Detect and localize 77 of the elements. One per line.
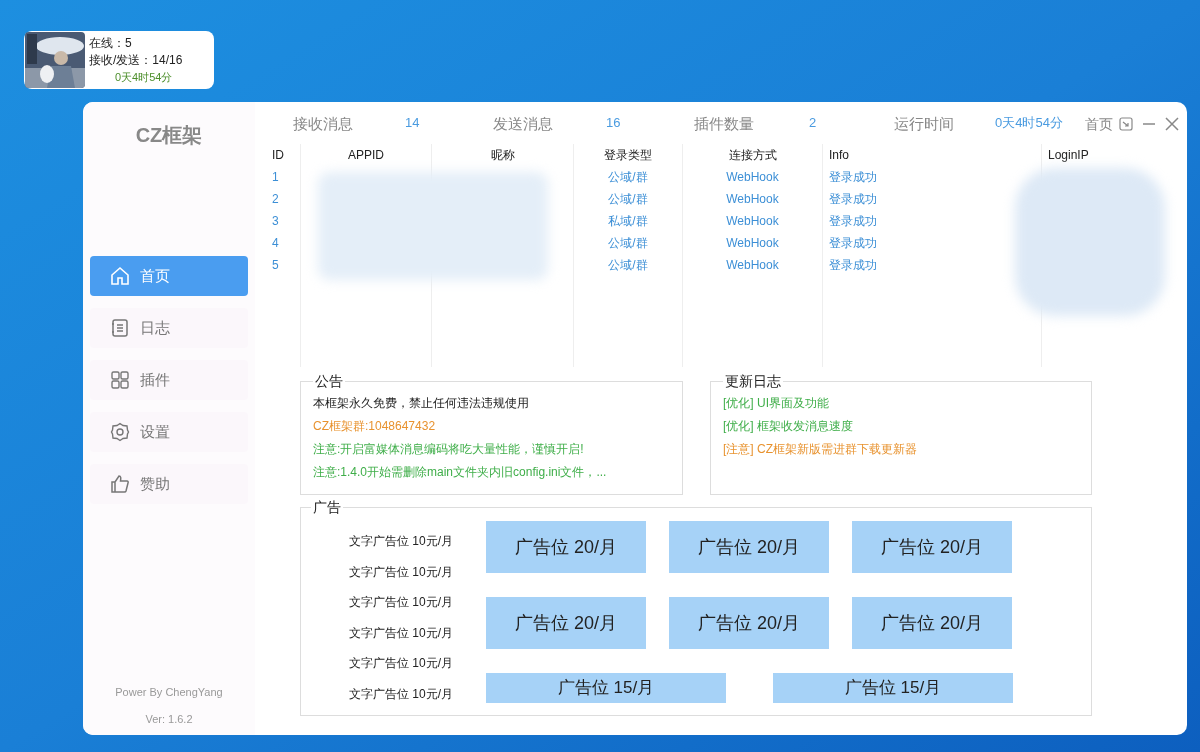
ad-banner[interactable]: 广告位 20/月 (669, 521, 829, 573)
table-cell-text: 登录成功 (829, 213, 877, 230)
table-cell-text: 登录成功 (829, 257, 877, 274)
panel-line: [注意] CZ框架新版需进群下载更新器 (723, 441, 918, 458)
table-cell-text: 登录成功 (829, 235, 877, 252)
table-cell-text: 1 (272, 169, 279, 186)
table-cell-text: 4 (272, 235, 279, 252)
table-cell-text: WebHook (726, 257, 779, 274)
home-icon (110, 266, 130, 286)
ad-banner[interactable]: 广告位 20/月 (669, 597, 829, 649)
uptime-text: 0天4时54分 (114, 69, 174, 85)
pin-icon[interactable] (1119, 117, 1133, 131)
ad-banner[interactable]: 广告位 20/月 (852, 597, 1012, 649)
table-cell-text: 公域/群 (608, 169, 648, 186)
sidebar-item[interactable]: 日志 (90, 308, 248, 348)
window-title: 首页 (1085, 114, 1113, 134)
text-ad[interactable]: 文字广告位 10元/月 (349, 648, 486, 679)
text-ad[interactable]: 文字广告位 10元/月 (349, 587, 486, 618)
panel-line: 注意:开启富媒体消息编码将吃大量性能，谨慎开启! (313, 441, 585, 458)
text-ad[interactable]: 文字广告位 10元/月 (349, 617, 486, 648)
stat-label: 发送消息 (493, 113, 554, 134)
grid-icon (110, 370, 130, 390)
table-cell-text: WebHook (726, 235, 779, 252)
list-icon (110, 318, 130, 338)
text-ad[interactable]: 文字广告位 10元/月 (349, 526, 486, 557)
table-cell-text: WebHook (726, 213, 779, 230)
panel-line: 注意:1.4.0开始需删除main文件夹内旧config.ini文件，... (313, 464, 608, 481)
close-icon[interactable] (1165, 117, 1179, 131)
traffic-count: 接收/发送：14/16 (89, 51, 183, 69)
table-cell-text: 公域/群 (608, 257, 648, 274)
ad-banner[interactable]: 广告位 20/月 (486, 597, 646, 649)
stat-label: 接收消息 (293, 113, 354, 134)
app-logo: CZ框架 (135, 123, 203, 148)
panel-title: 公告 (314, 372, 344, 391)
stat-value: 0天4时54分 (995, 113, 1064, 132)
stat-value: 14 (405, 113, 421, 132)
stat-label: 运行时间 (894, 113, 955, 134)
ad-banner[interactable]: 广告位 15/月 (486, 673, 726, 703)
ad-banner[interactable]: 广告位 20/月 (852, 521, 1012, 573)
footer-credit: Power By ChengYang (115, 685, 223, 700)
text-ad[interactable]: 文字广告位 10元/月 (349, 556, 486, 587)
column-header: LoginIP (1048, 147, 1089, 164)
panel-title: 更新日志 (724, 372, 782, 391)
ads-title: 广告 (312, 498, 342, 517)
panel-line: CZ框架群:1048647432 (313, 418, 437, 435)
version-text: Ver: 1.6.2 (145, 711, 193, 727)
table-cell-text: 2 (272, 191, 279, 208)
column-header: 登录类型 (604, 147, 652, 164)
panel-line: [优化] UI界面及功能 (723, 395, 830, 412)
table-cell-text: 3 (272, 213, 279, 230)
ad-banner[interactable]: 广告位 15/月 (773, 673, 1013, 703)
online-count: 在线：5 (89, 34, 133, 52)
stat-label: 插件数量 (694, 113, 755, 134)
table-cell-text: 5 (272, 257, 279, 274)
table-cell-text: 公域/群 (608, 235, 648, 252)
column-header: APPID (348, 147, 384, 164)
table-cell-text: 登录成功 (829, 169, 877, 186)
sidebar-item[interactable]: 赞助 (90, 464, 248, 504)
column-header: Info (829, 147, 849, 164)
table-cell-text: WebHook (726, 191, 779, 208)
table-cell-text: 私域/群 (608, 213, 648, 230)
column-header: 昵称 (490, 147, 515, 164)
column-header: 连接方式 (728, 147, 777, 164)
text-ad[interactable]: 文字广告位 10元/月 (349, 678, 486, 709)
ad-banner[interactable]: 广告位 20/月 (486, 521, 646, 573)
stat-value: 16 (606, 113, 622, 132)
panel-line: [优化] 框架收发消息速度 (723, 418, 854, 435)
table-cell-text: 公域/群 (608, 191, 648, 208)
table-cell-text: WebHook (726, 169, 779, 186)
thumbs-up-icon (110, 474, 130, 494)
sidebar-item[interactable]: 设置 (90, 412, 248, 452)
panel-line: 本框架永久免费，禁止任何违法违规使用 (313, 395, 530, 412)
settings-icon (110, 422, 130, 442)
table-cell-text: 登录成功 (829, 191, 877, 208)
sidebar-item[interactable]: 插件 (90, 360, 248, 400)
column-header: ID (272, 147, 284, 164)
stat-value: 2 (809, 113, 818, 132)
